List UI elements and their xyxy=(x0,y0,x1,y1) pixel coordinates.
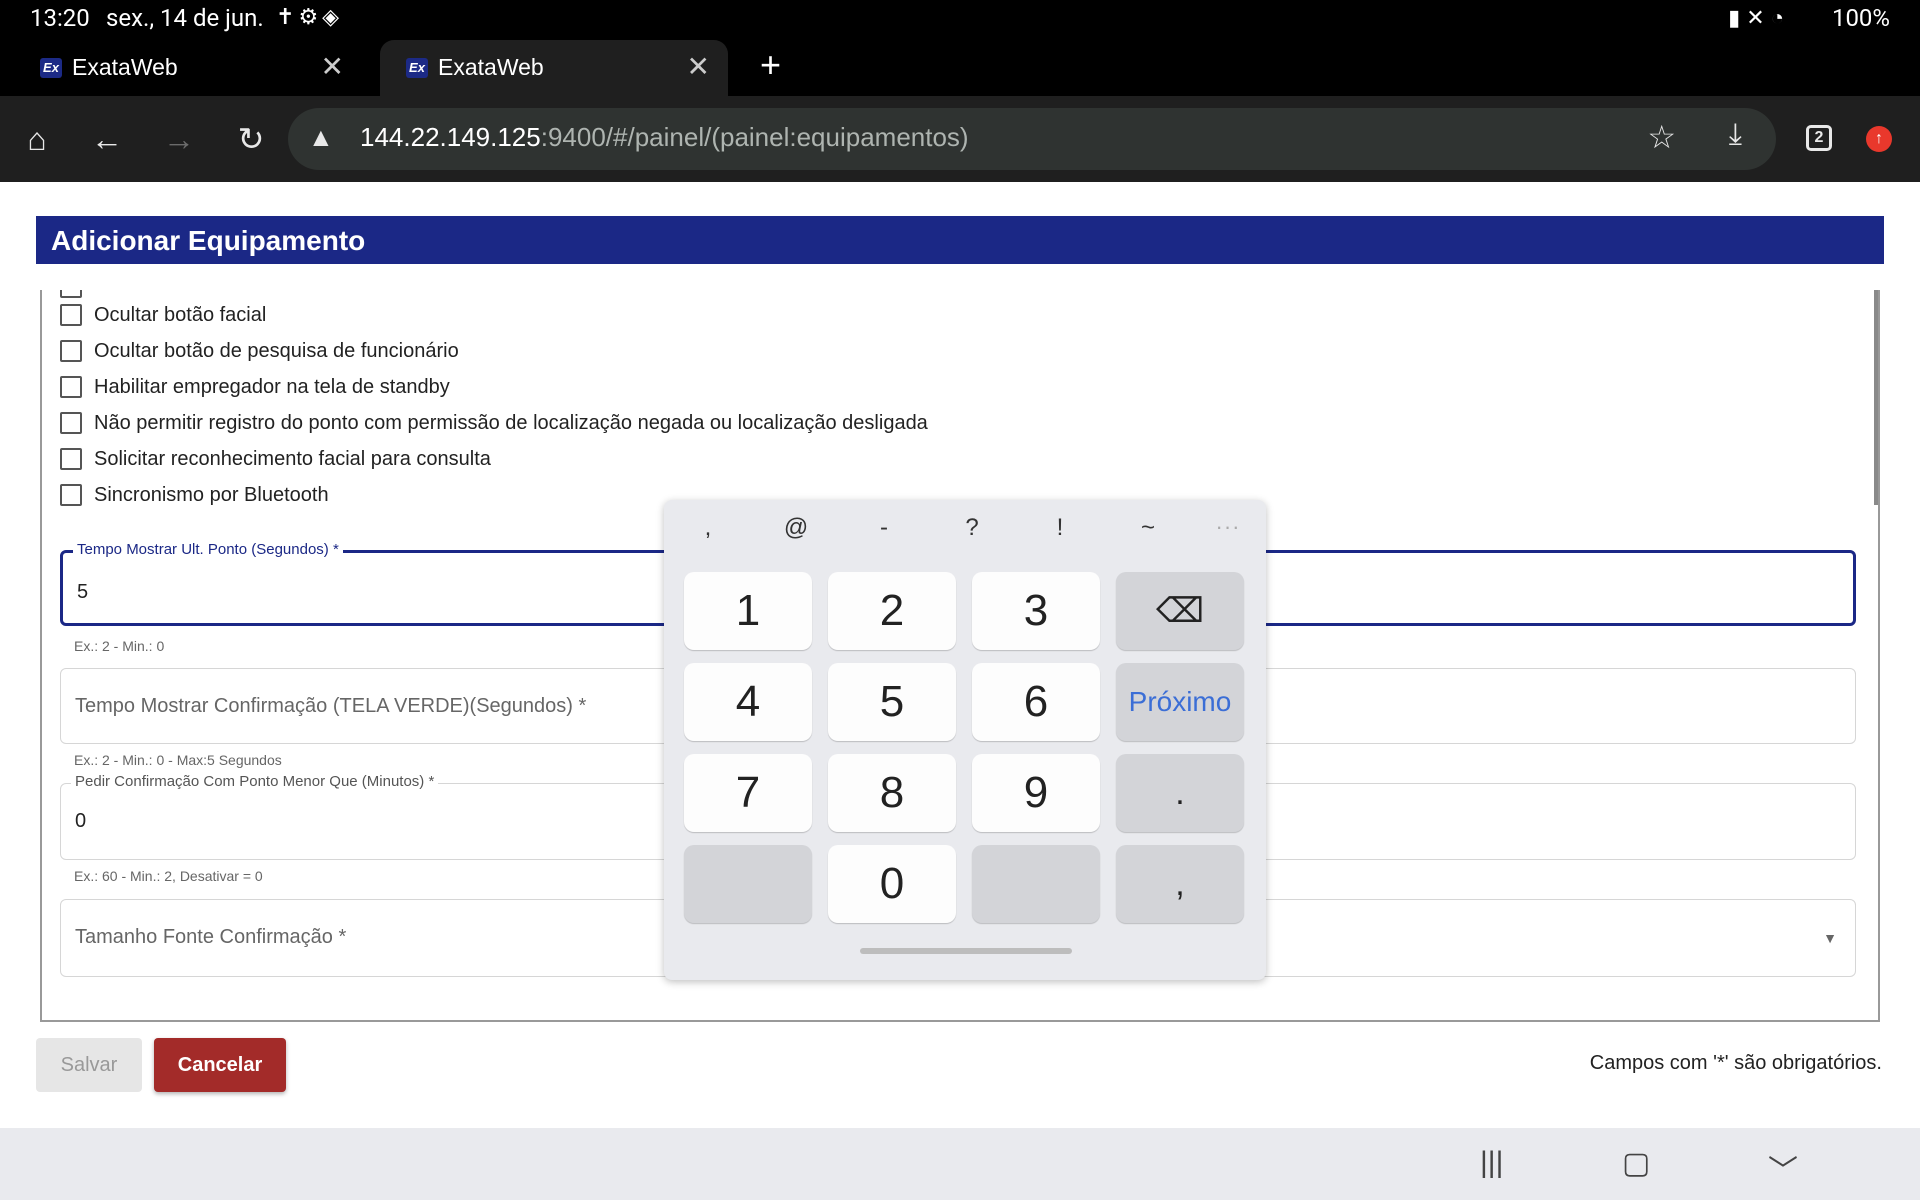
wifi-icon: ◔ xyxy=(1770,6,1790,31)
checkbox-label: Ocultar botão facial xyxy=(94,304,267,326)
scrollbar[interactable] xyxy=(1874,290,1878,505)
url-text[interactable]: 144.22.149.125:9400/#/painel/(painel:equ… xyxy=(360,122,969,153)
symbol-key[interactable]: ~ xyxy=(1128,514,1168,542)
checkbox[interactable] xyxy=(60,290,82,298)
checkbox[interactable] xyxy=(60,412,82,434)
blank-key xyxy=(972,845,1100,923)
tab-count-button[interactable]: 2 xyxy=(1806,125,1832,151)
more-symbols-icon[interactable]: ··· xyxy=(1208,514,1248,540)
field-hint: Ex.: 2 - Min.: 0 xyxy=(74,638,165,654)
status-time: 13:20 xyxy=(30,4,90,32)
back-icon[interactable]: ← xyxy=(84,116,130,162)
numeric-keyboard: , @ - ? ! ~ ··· 1 2 3 ⌫ 4 5 6 Próximo 7 … xyxy=(664,500,1266,980)
checkbox[interactable] xyxy=(60,304,82,326)
checkbox-label: Não permitir registro do ponto com permi… xyxy=(94,412,928,434)
status-bar: 13:20 sex., 14 de jun. ✝⚙◈ ▮✕◔ 100% xyxy=(0,0,1920,36)
keyboard-handle[interactable] xyxy=(860,948,1072,954)
accessibility-icon: ✝ xyxy=(276,5,299,30)
checkbox-label: Solicitar reconhecimento facial para con… xyxy=(94,448,491,470)
close-icon[interactable]: ✕ xyxy=(321,50,344,83)
mute-icon: ✕ xyxy=(1746,6,1771,31)
warning-icon[interactable]: ▲ xyxy=(308,122,334,153)
battery-saver-icon: ▮ xyxy=(1728,6,1747,31)
symbol-key[interactable]: @ xyxy=(776,514,816,542)
checkbox[interactable] xyxy=(60,448,82,470)
key-2[interactable]: 2 xyxy=(828,572,956,650)
symbol-key[interactable]: - xyxy=(864,514,904,542)
system-nav-bar: ||| ▢ ﹀ xyxy=(0,1128,1920,1200)
favicon-icon: Ex xyxy=(40,58,62,78)
forward-icon[interactable]: → xyxy=(156,116,202,162)
field-hint: Ex.: 60 - Min.: 2, Desativar = 0 xyxy=(74,868,263,884)
field-hint: Ex.: 2 - Min.: 0 - Max:5 Segundos xyxy=(74,752,282,768)
field-value[interactable]: 0 xyxy=(75,810,86,833)
key-3[interactable]: 3 xyxy=(972,572,1100,650)
star-icon[interactable]: ☆ xyxy=(1647,118,1676,156)
checkbox[interactable] xyxy=(60,376,82,398)
key-6[interactable]: 6 xyxy=(972,663,1100,741)
key-7[interactable]: 7 xyxy=(684,754,812,832)
key-8[interactable]: 8 xyxy=(828,754,956,832)
field-value[interactable]: 5 xyxy=(77,581,88,604)
chevron-down-icon[interactable]: ▼ xyxy=(1823,930,1837,946)
field-placeholder: Tempo Mostrar Confirmação (TELA VERDE)(S… xyxy=(75,695,587,717)
key-5[interactable]: 5 xyxy=(828,663,956,741)
required-fields-note: Campos com '*' são obrigatórios. xyxy=(1589,1052,1882,1074)
home-icon[interactable]: ⌂ xyxy=(14,116,60,162)
field-placeholder: Tamanho Fonte Confirmação * xyxy=(75,926,347,948)
status-date: sex., 14 de jun. xyxy=(106,4,264,32)
symbol-key[interactable]: ! xyxy=(1040,514,1080,542)
checkbox[interactable] xyxy=(60,340,82,362)
browser-tab-2[interactable]: Ex ExataWeb ✕ xyxy=(380,40,728,96)
favicon-icon: Ex xyxy=(406,58,428,78)
symbol-row: , @ - ? ! ~ ··· xyxy=(664,500,1266,556)
symbol-key[interactable]: ? xyxy=(952,514,992,542)
address-bar[interactable]: ▲ 144.22.149.125:9400/#/painel/(painel:e… xyxy=(288,108,1776,170)
key-0[interactable]: 0 xyxy=(828,845,956,923)
comma-key[interactable]: , xyxy=(1116,845,1244,923)
reload-icon[interactable]: ↻ xyxy=(228,116,274,162)
recent-apps-icon[interactable]: ||| xyxy=(1480,1146,1503,1180)
key-9[interactable]: 9 xyxy=(972,754,1100,832)
symbol-key[interactable]: , xyxy=(688,514,728,542)
browser-tab-1[interactable]: Ex ExataWeb ✕ xyxy=(14,40,362,96)
profile-icon[interactable]: ↑ xyxy=(1866,126,1892,152)
tab-title: ExataWeb xyxy=(72,54,178,80)
field-label: Tempo Mostrar Ult. Ponto (Segundos) * xyxy=(73,541,343,558)
checkbox-label: Habilitar empregador na tela de standby xyxy=(94,376,450,398)
next-key[interactable]: Próximo xyxy=(1116,663,1244,741)
backspace-icon[interactable]: ⌫ xyxy=(1116,572,1244,650)
save-button[interactable]: Salvar xyxy=(36,1038,142,1092)
page-title: Adicionar Equipamento xyxy=(36,216,1884,264)
diamond-icon: ◈ xyxy=(322,5,344,30)
cancel-button[interactable]: Cancelar xyxy=(154,1038,286,1092)
checkbox-label: Ocultar botão de pesquisa de funcionário xyxy=(94,340,459,362)
checkbox-label: Sincronismo por Bluetooth xyxy=(94,484,329,506)
key-1[interactable]: 1 xyxy=(684,572,812,650)
close-icon[interactable]: ✕ xyxy=(687,50,710,83)
battery-level: 100% xyxy=(1831,4,1890,32)
field-label: Pedir Confirmação Com Ponto Menor Que (M… xyxy=(71,773,439,790)
checkbox[interactable] xyxy=(60,484,82,506)
browser-toolbar: ⌂ ← → ↻ ▲ 144.22.149.125:9400/#/painel/(… xyxy=(0,96,1920,182)
key-4[interactable]: 4 xyxy=(684,663,812,741)
dot-key[interactable]: . xyxy=(1116,754,1244,832)
home-button-icon[interactable]: ▢ xyxy=(1622,1146,1650,1181)
blank-key xyxy=(684,845,812,923)
hide-keyboard-icon[interactable]: ﹀ xyxy=(1768,1146,1798,1190)
new-tab-button[interactable]: + xyxy=(760,44,781,86)
tab-title: ExataWeb xyxy=(438,54,544,80)
settings-icon: ⚙ xyxy=(298,5,323,30)
tab-strip: Ex ExataWeb ✕ Ex ExataWeb ✕ + xyxy=(0,36,1920,96)
download-icon[interactable]: ⤓ xyxy=(1729,118,1742,152)
